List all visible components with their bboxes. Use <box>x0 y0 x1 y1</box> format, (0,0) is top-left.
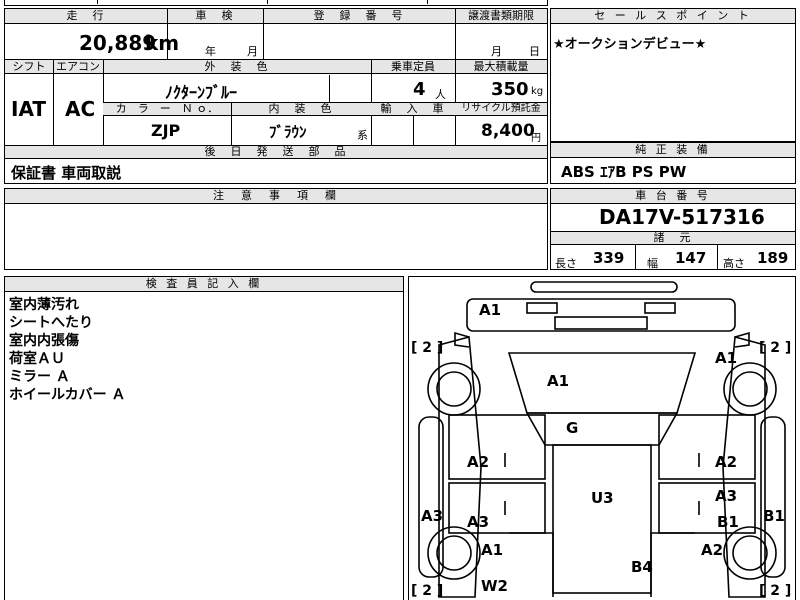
notes-box: 注 意 事 項 欄 <box>4 188 548 270</box>
max-load-value: 350 <box>491 79 529 100</box>
ac-header: エアコン <box>56 60 100 73</box>
mark-left-sill: A3 <box>421 507 444 525</box>
mark-right-rear-door-2: B1 <box>717 513 739 531</box>
interior-suffix: 系 <box>357 129 368 142</box>
inspector-line: ホイールカバー Ａ <box>9 387 126 403</box>
shift-value: IAT <box>11 97 47 121</box>
mark-right-front-fender: A1 <box>715 349 738 367</box>
inspector-box: 検 査 員 記 入 欄 室内薄汚れ シートへたり 室内内張傷 荷室ＡＵ ミラー … <box>4 276 404 600</box>
specs-header: 諸 元 <box>653 231 693 244</box>
height-value: 189 <box>757 249 789 267</box>
mark-left-rear-corner: W2 <box>481 577 508 595</box>
inspection-year: 年 <box>205 45 216 58</box>
mark-rear-gate: B4 <box>631 558 653 576</box>
length-value: 339 <box>593 249 625 267</box>
top-fragment-strip <box>4 0 548 6</box>
mark-left-front-door: A2 <box>467 453 490 471</box>
mark-front-bumper: A1 <box>479 301 502 319</box>
mark-left-rear-fender: A1 <box>481 541 504 559</box>
notes-header: 注 意 事 項 欄 <box>5 189 547 204</box>
shift-header: シフト <box>12 60 46 73</box>
vehicle-diagram-box: [ 2 ] [ 2 ] [ 2 ] [ 2 ] A1 A1 A1 G A2 A2… <box>408 276 796 600</box>
height-label: 高さ <box>723 257 745 270</box>
tire-front-left: [ 2 ] <box>411 340 444 356</box>
color-no-value: ZJP <box>151 121 181 140</box>
equipment-header: 純 正 装 備 <box>551 143 795 158</box>
chassis-value: DA17V-517316 <box>599 205 765 229</box>
mark-right-rear-fender: A2 <box>701 541 724 559</box>
mark-roof-glass: G <box>566 419 579 437</box>
sales-point-text: ★オークションデビュー★ <box>553 37 707 52</box>
exterior-color-header: 外 装 色 <box>204 60 270 73</box>
delivery-parts-header: 後 日 発 送 部 品 <box>204 145 348 158</box>
mileage-header: 走 行 <box>66 9 106 22</box>
mileage-unit: km <box>145 31 180 55</box>
mark-roof: U3 <box>591 489 614 507</box>
recycle-header: リサイクル預託金 <box>461 103 541 114</box>
chassis-header: 車 台 番 号 <box>551 189 795 204</box>
mark-right-front-door: A2 <box>715 453 738 471</box>
inspector-line: 室内薄汚れ <box>9 297 79 313</box>
length-label: 長さ <box>555 257 577 270</box>
tire-front-right: [ 2 ] <box>759 340 792 356</box>
inspection-month: 月 <box>247 45 258 58</box>
mark-right-sill: B1 <box>763 507 785 525</box>
equipment-text: ABS ｴｱB PS PW <box>561 163 687 181</box>
mark-hood: A1 <box>547 372 570 390</box>
inspector-line: シートへたり <box>9 315 93 331</box>
exterior-color-value: ﾉｸﾀｰﾝﾌﾞﾙｰ <box>165 83 238 102</box>
capacity-value: 4 <box>413 79 426 100</box>
capacity-header: 乗車定員 <box>391 60 435 73</box>
inspector-line: 荷室ＡＵ <box>9 351 65 367</box>
interior-color-header: 内 装 色 <box>268 102 334 115</box>
inspector-line: 室内内張傷 <box>9 333 79 349</box>
color-no-header: カ ラ ー Ｎ ｏ． <box>115 102 219 115</box>
tire-rear-right: [ 2 ] <box>759 583 792 599</box>
sales-point-box: セ ー ル ス ポ イ ン ト ★オークションデビュー★ <box>550 8 796 142</box>
recycle-value: 8,400 <box>481 121 535 141</box>
inspection-header: 車 検 <box>195 9 235 22</box>
inspector-header: 検 査 員 記 入 欄 <box>5 277 403 292</box>
transfer-header: 譲渡書類期限 <box>468 9 534 22</box>
mark-right-rear-door-1: A3 <box>715 487 738 505</box>
ac-value: AC <box>65 97 96 121</box>
inspector-line: ミラー Ａ <box>9 369 70 385</box>
chassis-box: 車 台 番 号 DA17V-517316 諸 元 長さ 339 幅 147 高さ… <box>550 188 796 270</box>
delivery-parts-value: 保証書 車両取説 <box>11 164 122 182</box>
width-label: 幅 <box>647 257 658 270</box>
transfer-month: 月 <box>491 45 502 58</box>
max-load-unit: kg <box>531 86 544 97</box>
registration-header: 登 録 番 号 <box>313 9 405 22</box>
recycle-unit: 円 <box>531 133 541 144</box>
capacity-unit: 人 <box>435 88 446 101</box>
sales-point-header: セ ー ル ス ポ イ ン ト <box>551 9 795 24</box>
import-header: 輸 入 車 <box>380 102 446 115</box>
width-value: 147 <box>675 249 707 267</box>
equipment-box: 純 正 装 備 ABS ｴｱB PS PW <box>550 142 796 184</box>
interior-color-value: ﾌﾞﾗｳﾝ <box>269 123 307 141</box>
vehicle-info-table: 走 行 車 検 登 録 番 号 譲渡書類期限 20,889 km 年 月 月 日… <box>4 8 548 184</box>
transfer-day: 日 <box>529 45 540 58</box>
max-load-header: 最大積載量 <box>473 60 529 73</box>
tire-rear-left: [ 2 ] <box>411 583 444 599</box>
vehicle-body-outline <box>418 281 786 598</box>
mark-left-rear-door: A3 <box>467 513 490 531</box>
